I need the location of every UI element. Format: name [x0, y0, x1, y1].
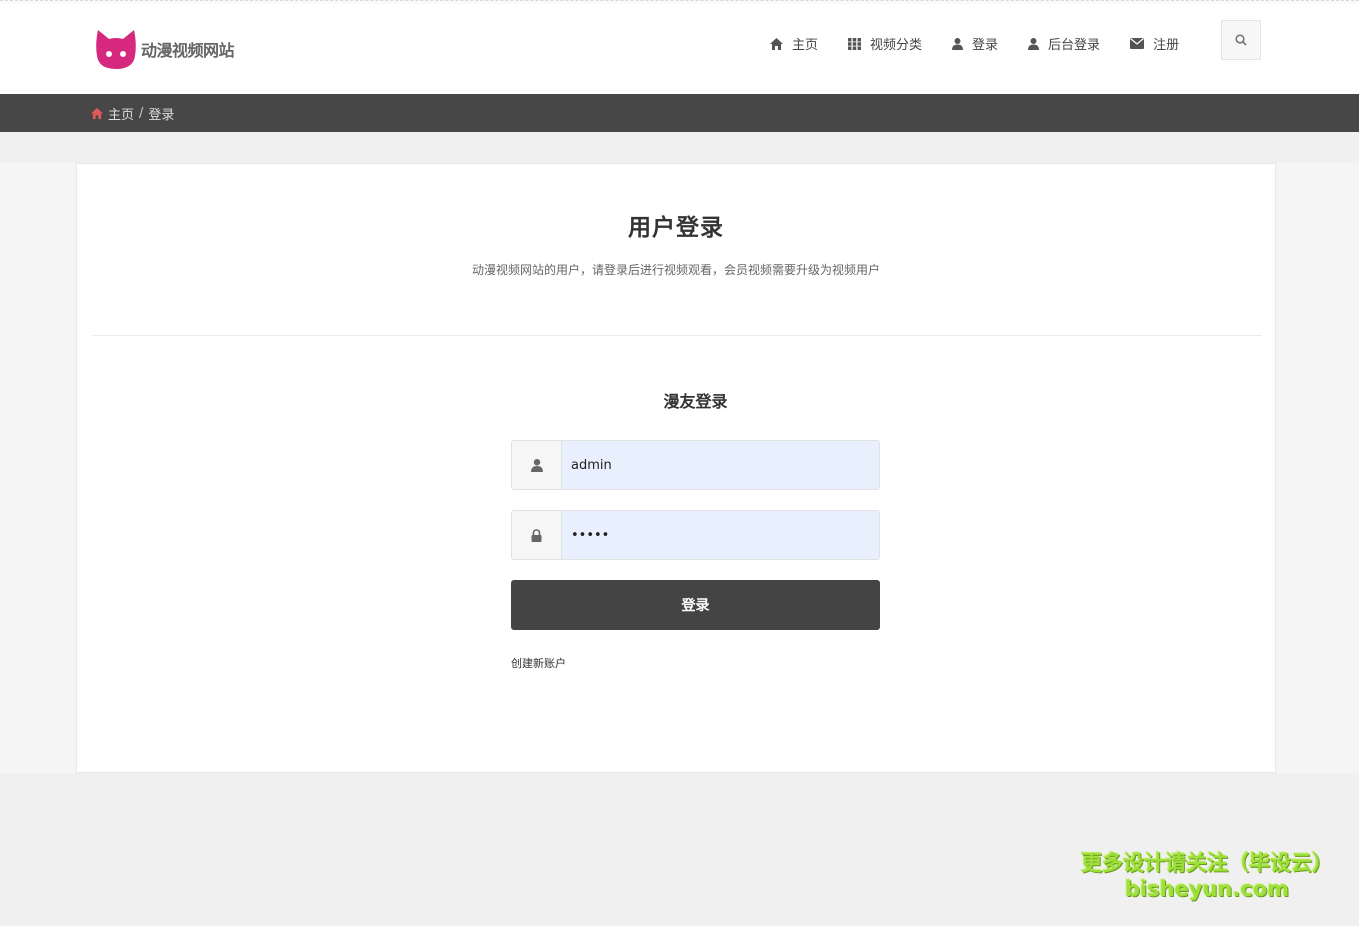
search-icon	[1235, 34, 1247, 46]
watermark-line2: bisheyun.com	[1124, 877, 1290, 901]
breadcrumb-separator: /	[139, 105, 144, 121]
password-input[interactable]	[562, 511, 879, 559]
page-title: 用户登录	[628, 215, 724, 241]
login-button[interactable]: 登录	[511, 580, 880, 630]
cat-logo-icon	[96, 30, 136, 69]
nav-item-categories[interactable]: 视频分类	[848, 34, 922, 53]
password-group	[511, 510, 880, 560]
envelope-icon	[1130, 38, 1145, 49]
breadcrumb-current: 登录	[148, 107, 175, 123]
site-logo[interactable]: 动漫视频网站	[95, 28, 235, 70]
search-button[interactable]	[1221, 20, 1261, 60]
nav-label: 视频分类	[870, 38, 923, 53]
login-panel: 用户登录 动漫视频网站的用户，请登录后进行视频观看，会员视频需要升级为视频用户 …	[76, 163, 1276, 773]
page-subtitle: 动漫视频网站的用户，请登录后进行视频观看，会员视频需要升级为视频用户	[471, 263, 880, 277]
user-icon	[1028, 37, 1040, 50]
create-account-link[interactable]: 创建新账户	[511, 655, 566, 671]
nav-label: 登录	[972, 38, 999, 53]
username-addon	[512, 441, 562, 489]
breadcrumb: 主页 / 登录	[0, 94, 1359, 132]
lock-icon	[531, 528, 542, 542]
home-icon	[91, 107, 103, 119]
home-icon	[770, 37, 783, 50]
user-icon	[952, 37, 964, 50]
nav-label: 主页	[792, 38, 819, 53]
watermark-line1: 更多设计请关注（毕设云）	[1081, 851, 1333, 875]
nav-item-register[interactable]: 注册	[1130, 34, 1179, 53]
username-group	[511, 440, 880, 490]
nav-label: 后台登录	[1048, 38, 1101, 53]
breadcrumb-home-link[interactable]: 主页	[108, 104, 134, 123]
nav-item-login[interactable]: 登录	[952, 34, 998, 53]
site-name: 动漫视频网站	[141, 41, 235, 60]
grid-icon	[848, 37, 862, 50]
watermark: 更多设计请关注（毕设云） bisheyun.com	[1077, 850, 1337, 902]
username-input[interactable]	[562, 441, 879, 489]
password-addon	[512, 511, 562, 559]
site-header: 动漫视频网站 主页 视频分类 登录 后台登录 注册	[0, 4, 1359, 94]
user-icon	[530, 458, 543, 472]
nav-item-admin-login[interactable]: 后台登录	[1028, 34, 1100, 53]
main-nav: 主页 视频分类 登录 后台登录 注册	[770, 34, 1209, 53]
nav-item-home[interactable]: 主页	[770, 34, 818, 53]
form-title: 漫友登录	[663, 392, 728, 411]
divider	[92, 335, 1262, 336]
nav-label: 注册	[1153, 38, 1180, 53]
